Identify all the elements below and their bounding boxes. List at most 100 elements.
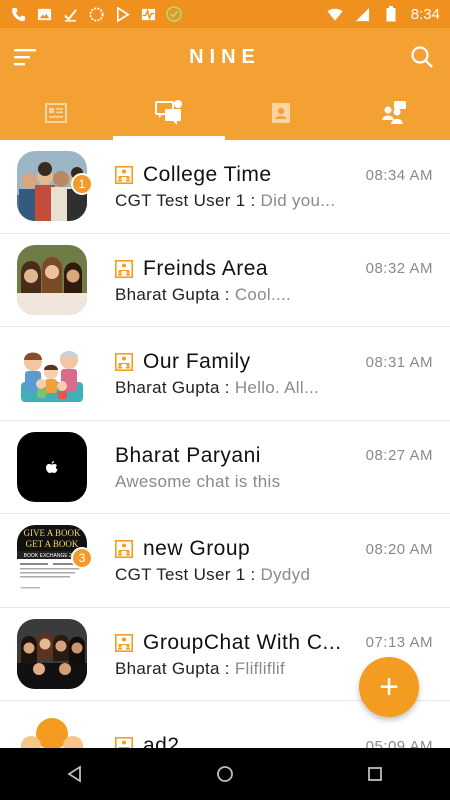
activity-icon [140, 6, 156, 22]
chat-time: 05:09 AM [365, 737, 433, 748]
message-preview: Cool.... [234, 284, 292, 304]
chat-time: 08:34 AM [365, 166, 433, 184]
image-icon [36, 6, 52, 22]
chat-info: Bharat Paryani 08:27 AM Awesome chat is … [115, 442, 433, 492]
signal-icon [355, 6, 371, 22]
avatar [17, 431, 87, 502]
message-preview: Flifliflif [234, 658, 286, 678]
chat-info: new Group 08:20 AM CGT Test User 1 : Dyd… [115, 535, 433, 585]
chat-time: 08:32 AM [365, 260, 433, 278]
tab-bar [0, 86, 450, 140]
app-bar: NINE [0, 28, 450, 86]
chat-row[interactable]: 1 College Time 08:34 AM CGT Test User 1 … [0, 140, 450, 234]
menu-icon [14, 49, 36, 66]
poster-line-2: GET A BOOK [26, 539, 79, 549]
chat-row[interactable]: Bharat Paryani 08:27 AM Awesome chat is … [0, 421, 450, 514]
menu-button[interactable] [14, 43, 42, 71]
group-photo [17, 618, 87, 689]
avatar: 1 [17, 151, 93, 222]
home-circle-icon [217, 766, 233, 782]
sender-name: Bharat Gupta : [115, 284, 230, 304]
dotted-circle-icon [88, 6, 104, 22]
recents-square-icon [368, 767, 382, 781]
plus-icon: + [379, 667, 399, 706]
apple-logo-icon [46, 460, 58, 473]
system-icons: 8:34 [327, 6, 440, 23]
group-chat-icon [115, 166, 133, 185]
system-nav-bar [0, 748, 450, 800]
chat-row[interactable]: Our Family 08:31 AM Bharat Gupta : Hello… [0, 327, 450, 421]
wifi-icon [327, 6, 343, 22]
group-placeholder [17, 712, 87, 748]
home-button[interactable] [205, 754, 245, 794]
check-done-icon [62, 6, 78, 22]
last-message: Bharat Gupta : Cool.... [115, 285, 353, 305]
tab-groups[interactable] [338, 86, 450, 140]
search-button[interactable] [408, 43, 436, 71]
last-message: Bharat Gupta : Flifliflif [115, 659, 353, 679]
status-time: 8:34 [410, 5, 440, 23]
sender-name: Bharat Gupta : [115, 378, 230, 398]
chat-name: College Time [143, 163, 272, 187]
chat-time: 08:20 AM [365, 540, 433, 558]
chat-info: Freinds Area 08:32 AM Bharat Gupta : Coo… [115, 255, 433, 305]
message-preview: Dydyd [260, 565, 311, 585]
tab-chats[interactable] [112, 86, 226, 140]
chat-name: Freinds Area [143, 256, 269, 280]
tab-contacts[interactable] [225, 86, 338, 140]
back-button[interactable] [55, 754, 95, 794]
group-chat-icon [115, 540, 133, 559]
recents-button[interactable] [355, 754, 395, 794]
last-message: Bharat Gupta : Hello. All... [115, 378, 353, 398]
chat-name: Our Family [143, 350, 251, 374]
avatar [17, 244, 87, 315]
chat-info: Our Family 08:31 AM Bharat Gupta : Hello… [115, 348, 433, 398]
chat-name: new Group [143, 537, 251, 561]
chat-name: GroupChat With C... [143, 630, 342, 654]
chat-name: ad2 [143, 734, 180, 748]
back-triangle-icon [67, 765, 81, 783]
new-chat-button[interactable]: + [359, 657, 419, 717]
poster-line-1: GIVE A BOOK [23, 528, 81, 538]
message-preview: Awesome chat is this [115, 471, 281, 491]
unread-badge: 1 [71, 173, 93, 196]
status-bar: 8:34 [0, 0, 450, 28]
family-cartoon [17, 338, 87, 409]
contacts-icon [272, 103, 291, 123]
newspaper-icon [45, 103, 68, 123]
chat-info: ad2 05:09 AM [115, 732, 433, 748]
message-preview: Hello. All... [234, 378, 320, 398]
last-message: CGT Test User 1 : Did you... [115, 191, 353, 211]
chat-bubbles-icon [154, 100, 182, 125]
group-chat-icon [115, 633, 133, 652]
message-preview: Did you... [260, 191, 336, 211]
chat-info: College Time 08:34 AM CGT Test User 1 : … [115, 161, 433, 211]
tab-news[interactable] [0, 86, 113, 140]
chat-row[interactable]: GIVE A BOOK GET A BOOK BOOK EXCHANGE 201… [0, 514, 450, 608]
play-store-icon [114, 6, 130, 22]
last-message: CGT Test User 1 : Dydyd [115, 565, 353, 585]
sender-name: CGT Test User 1 : [115, 191, 256, 211]
avatar [17, 618, 87, 689]
group-photo [17, 244, 87, 315]
group-icon [381, 101, 406, 124]
check-circle-icon [166, 6, 182, 22]
avatar [17, 712, 87, 748]
battery-icon [383, 6, 399, 22]
search-icon [411, 46, 433, 68]
sender-name: CGT Test User 1 : [115, 565, 256, 585]
chat-time: 08:27 AM [365, 447, 433, 465]
sender-name: Bharat Gupta : [115, 658, 230, 678]
group-chat-icon [115, 737, 133, 748]
chat-time: 07:13 AM [365, 634, 433, 652]
notification-icons [10, 6, 182, 22]
chat-name: Bharat Paryani [115, 443, 261, 467]
app-title: NINE [189, 45, 261, 68]
group-chat-icon [115, 259, 133, 278]
unread-badge: 3 [71, 547, 93, 570]
phone-icon [10, 6, 26, 22]
chat-row[interactable]: Freinds Area 08:32 AM Bharat Gupta : Coo… [0, 234, 450, 327]
avatar [17, 338, 87, 409]
avatar: GIVE A BOOK GET A BOOK BOOK EXCHANGE 201… [17, 525, 93, 596]
group-chat-icon [115, 353, 133, 372]
